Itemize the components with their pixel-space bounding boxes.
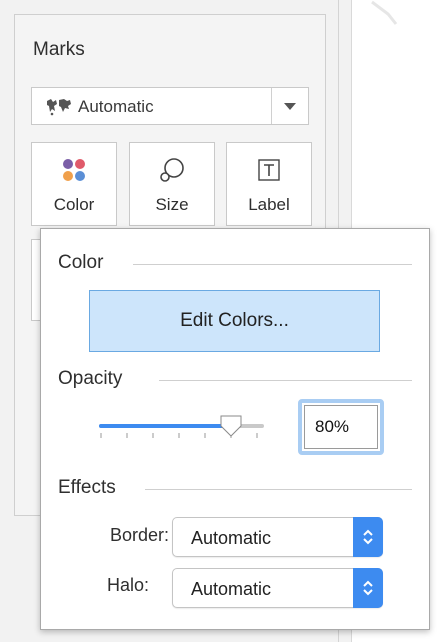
border-label: Border:	[109, 525, 169, 545]
opacity-section-title: Opacity	[58, 368, 123, 389]
color-dots-icon	[63, 159, 85, 181]
label-text-icon	[258, 159, 280, 181]
color-popup: Color Edit Colors... Opacity 80% Effects…	[40, 228, 430, 630]
select-stepper-icon	[353, 568, 383, 608]
opacity-value: 80%	[304, 405, 378, 449]
opacity-slider[interactable]	[99, 409, 269, 449]
marks-title: Marks	[33, 39, 85, 60]
dropdown-separator	[271, 88, 272, 124]
color-section-rule	[133, 264, 412, 265]
edit-colors-button[interactable]: Edit Colors...	[89, 290, 380, 352]
select-stepper-icon	[353, 517, 383, 557]
map-marks-icon	[46, 97, 72, 122]
halo-label: Halo:	[106, 575, 149, 595]
faint-mark	[371, 0, 398, 25]
label-button[interactable]: Label	[226, 142, 312, 226]
size-button-label: Size	[155, 195, 189, 214]
slider-fill	[99, 424, 231, 428]
effects-section-title: Effects	[58, 477, 116, 498]
color-button-label: Color	[53, 195, 95, 214]
effects-section-rule	[145, 489, 412, 490]
mark-type-dropdown[interactable]: Automatic	[31, 87, 309, 125]
color-button[interactable]: Color	[31, 142, 117, 226]
opacity-section-rule	[159, 380, 412, 381]
chevron-down-icon	[284, 103, 296, 110]
opacity-input[interactable]: 80%	[298, 399, 384, 455]
border-select[interactable]: Automatic	[172, 517, 383, 557]
halo-select-value: Automatic	[191, 579, 272, 599]
border-select-value: Automatic	[191, 528, 272, 548]
size-button[interactable]: Size	[129, 142, 215, 226]
slider-thumb	[220, 415, 242, 437]
size-icon	[160, 158, 184, 182]
mark-type-label: Automatic	[78, 97, 154, 116]
halo-select[interactable]: Automatic	[172, 568, 383, 608]
label-button-label: Label	[248, 195, 290, 214]
color-section-title: Color	[58, 252, 104, 273]
